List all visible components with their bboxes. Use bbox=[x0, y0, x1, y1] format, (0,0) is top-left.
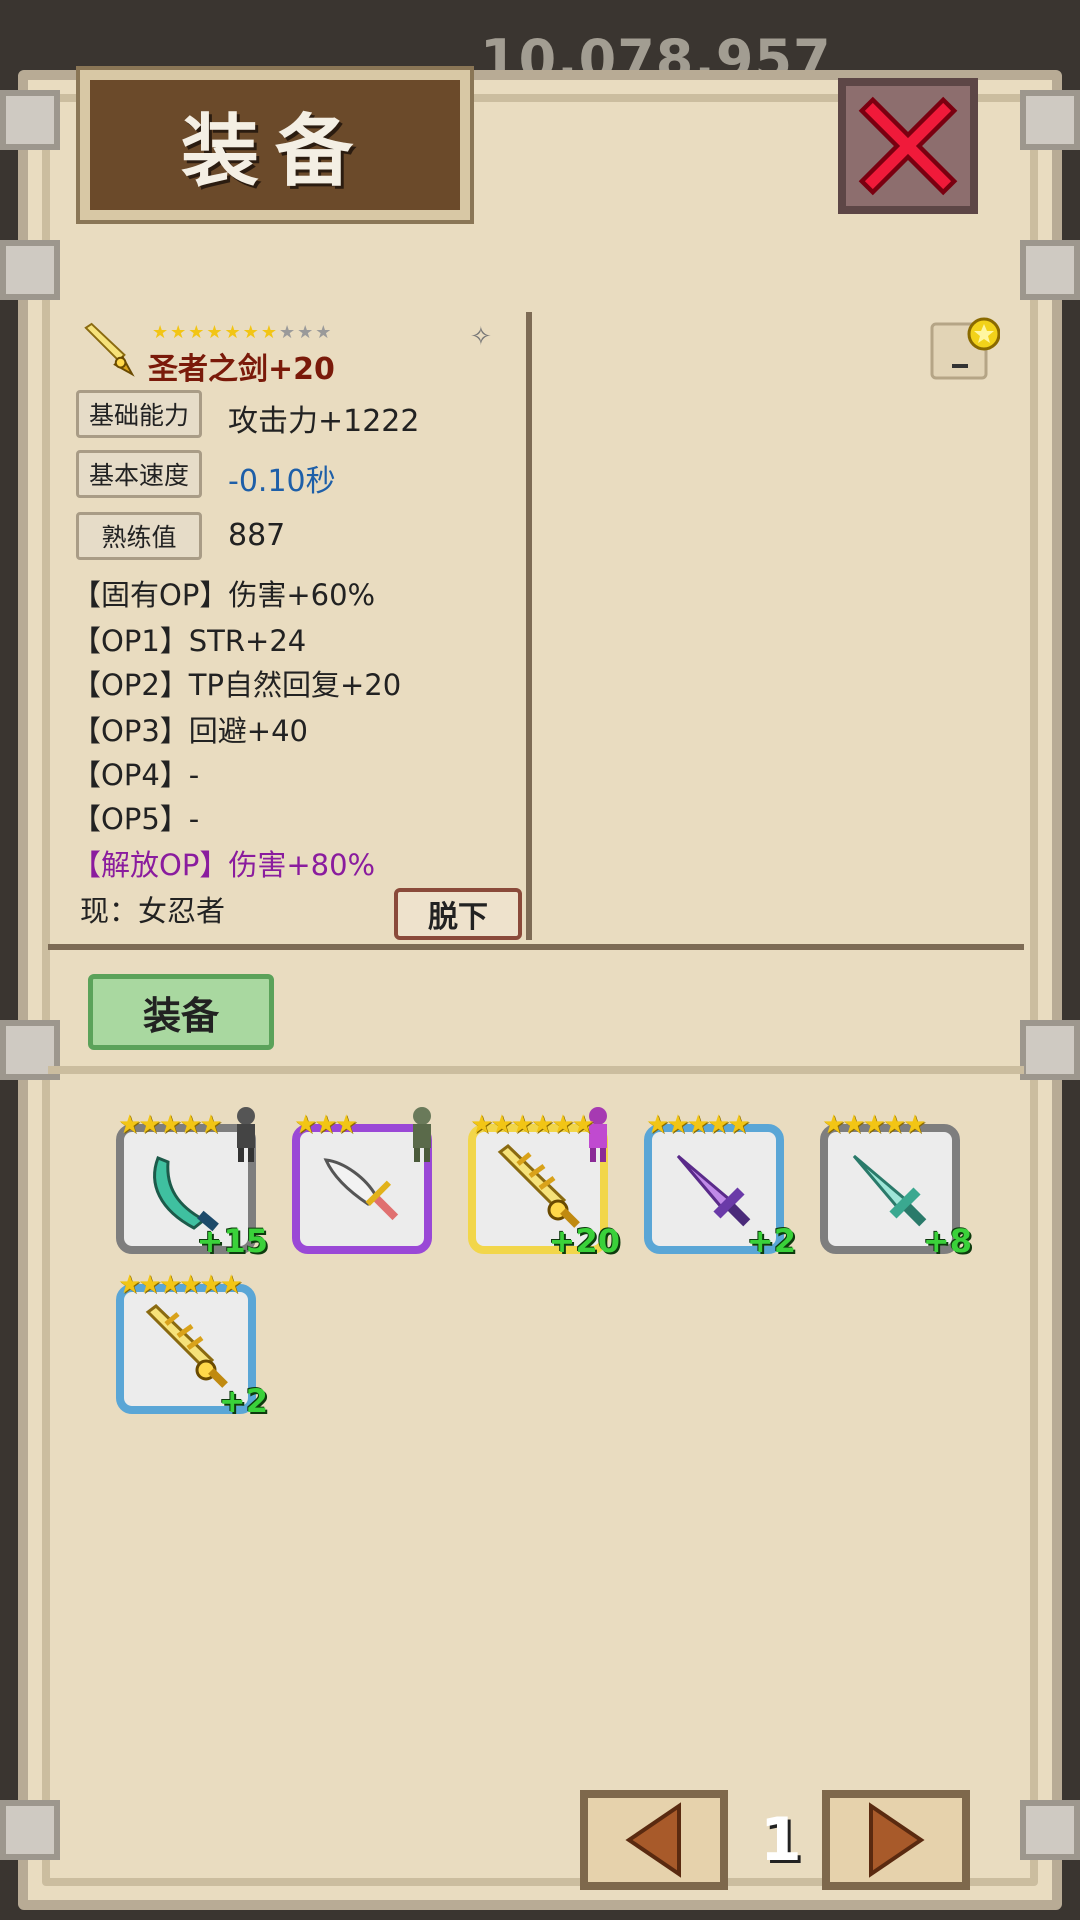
corner-rivet bbox=[1020, 1020, 1080, 1080]
corner-rivet bbox=[0, 240, 60, 300]
current-owner: 现：女忍者 bbox=[80, 894, 226, 928]
corner-rivet bbox=[1020, 1800, 1080, 1860]
item-header: ★★★★★★★★★★ 圣者之剑+20 ✧ bbox=[80, 322, 520, 387]
slot-stars: ★★★★★★ bbox=[118, 1270, 243, 1300]
option-line: 【OP1】STR+24 bbox=[72, 624, 307, 658]
option-line: 【固有OP】伤害+60% bbox=[72, 578, 376, 612]
star-empty-icon: ★★★ bbox=[278, 322, 334, 343]
enhance-level: +8 bbox=[922, 1222, 972, 1260]
column-divider bbox=[526, 312, 532, 940]
slot-stars: ★★★★★★ bbox=[470, 1110, 595, 1140]
option-line: 【OP2】TP自然回复+20 bbox=[72, 668, 402, 702]
list-separator bbox=[48, 1066, 1024, 1074]
slot-stars: ★★★ bbox=[294, 1110, 358, 1140]
enhance-level: +2 bbox=[218, 1382, 268, 1420]
slot-stars: ★★★★★ bbox=[118, 1110, 223, 1140]
corner-rivet bbox=[1020, 240, 1080, 300]
inventory-slot[interactable]: ★★★★★★ +2 bbox=[116, 1270, 268, 1420]
section-divider bbox=[48, 944, 1024, 950]
inventory-slot[interactable]: ★★★★★ +2 bbox=[644, 1110, 796, 1260]
stat-value: -0.10秒 bbox=[228, 464, 336, 499]
star-icon: ★★★★★★★ bbox=[152, 322, 279, 343]
close-button[interactable] bbox=[838, 78, 978, 214]
stat-row-speed: 基本速度 -0.10秒 bbox=[76, 450, 516, 502]
corner-rivet bbox=[1020, 90, 1080, 150]
stat-label: 熟练值 bbox=[76, 512, 202, 560]
option-line: 【OP3】回避+40 bbox=[72, 714, 308, 748]
target-icon[interactable]: ✧ bbox=[470, 322, 492, 352]
corner-rivet bbox=[0, 90, 60, 150]
close-icon bbox=[858, 96, 958, 196]
unequip-button[interactable]: 脱下 bbox=[394, 888, 522, 940]
holy-sword-icon bbox=[84, 322, 135, 377]
enhance-level: +15 bbox=[196, 1222, 268, 1260]
stat-value: 攻击力+1222 bbox=[228, 404, 420, 439]
item-stars: ★★★★★★★★★★ bbox=[152, 322, 333, 343]
inventory-slot[interactable]: ★★★ bbox=[292, 1107, 432, 1254]
arrow-right-icon bbox=[869, 1802, 925, 1878]
stat-value: 887 bbox=[228, 518, 286, 553]
inventory-slot-selected[interactable]: ★★★★★★ +20 bbox=[468, 1107, 620, 1260]
star-medal-icon[interactable] bbox=[930, 316, 1000, 382]
slot-stars: ★★★★★ bbox=[822, 1110, 927, 1140]
enhance-level: +2 bbox=[746, 1222, 796, 1260]
corner-rivet bbox=[0, 1800, 60, 1860]
arrow-left-icon bbox=[625, 1802, 681, 1878]
ninja-avatar-icon bbox=[237, 1107, 255, 1162]
page-title-text: 装备 bbox=[180, 107, 369, 197]
option-line: 【OP5】- bbox=[72, 802, 200, 836]
next-page-button[interactable] bbox=[822, 1790, 970, 1890]
stat-label: 基本速度 bbox=[76, 450, 202, 498]
page-title: 装备 bbox=[80, 70, 470, 220]
slot-stars: ★★★★★ bbox=[646, 1110, 751, 1140]
item-name: 圣者之剑+20 bbox=[148, 352, 335, 387]
equip-button[interactable]: 装备 bbox=[88, 974, 274, 1050]
stat-row-base: 基础能力 攻击力+1222 bbox=[76, 390, 516, 442]
page-number: 1 bbox=[760, 1805, 802, 1875]
stat-row-proficiency: 熟练值 887 bbox=[76, 512, 516, 564]
inventory-slot[interactable]: ★★★★★ +15 bbox=[116, 1107, 268, 1260]
option-line: 【OP4】- bbox=[72, 758, 200, 792]
stat-label: 基础能力 bbox=[76, 390, 202, 438]
option-line-release: 【解放OP】伤害+80% bbox=[72, 848, 376, 882]
cleaver-icon bbox=[323, 1158, 399, 1221]
prev-page-button[interactable] bbox=[580, 1790, 728, 1890]
soldier-avatar-icon bbox=[413, 1107, 431, 1162]
inventory-slot[interactable]: ★★★★★ +8 bbox=[820, 1110, 972, 1260]
enhance-level: +20 bbox=[548, 1222, 620, 1260]
